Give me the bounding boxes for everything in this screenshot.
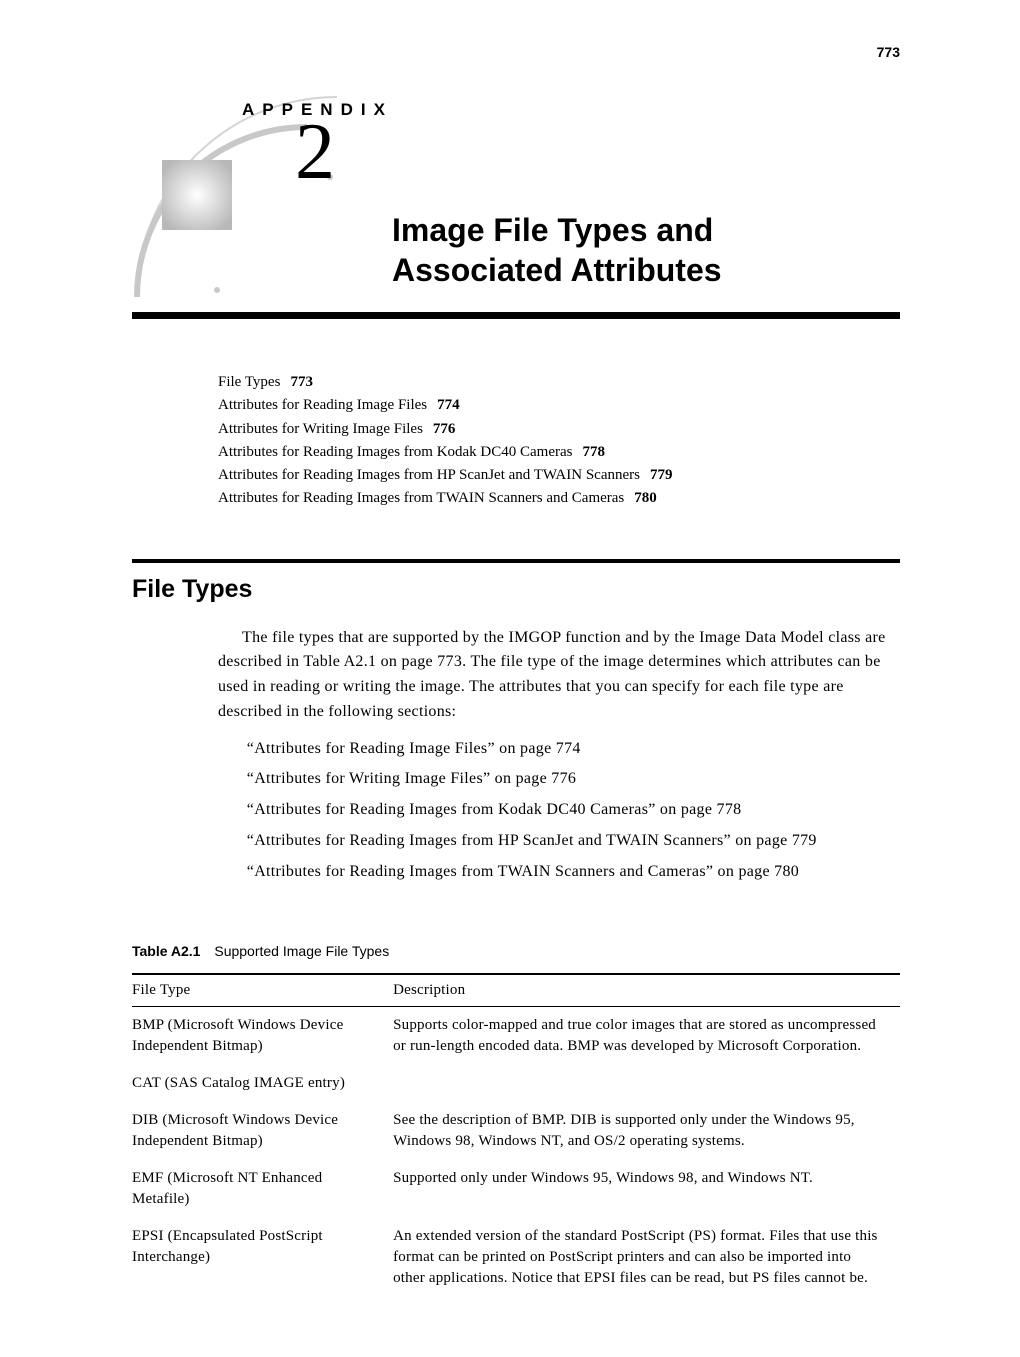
cell-description: Supports color-mapped and true color ima… <box>393 1006 900 1065</box>
cell-file-type: BMP (Microsoft Windows Device Independen… <box>132 1006 393 1065</box>
cell-file-type: DIB (Microsoft Windows Device Independen… <box>132 1102 393 1160</box>
table-row: EMF (Microsoft NT Enhanced Metafile) Sup… <box>132 1160 900 1218</box>
reference-item: “Attributes for Writing Image Files” on … <box>247 765 900 794</box>
toc-entry: Attributes for Reading Images from TWAIN… <box>218 487 900 510</box>
toc-entry: Attributes for Reading Images from HP Sc… <box>218 464 900 487</box>
table-header-description: Description <box>393 974 900 1007</box>
chapter-title-line2: Associated Attributes <box>392 252 722 288</box>
header-rule <box>132 312 900 319</box>
toc-title: Attributes for Reading Images from HP Sc… <box>218 467 640 483</box>
chapter-title: Image File Types and Associated Attribut… <box>392 210 722 290</box>
toc-title: Attributes for Reading Images from TWAIN… <box>218 490 624 506</box>
toc-entry: Attributes for Reading Images from Kodak… <box>218 441 900 464</box>
table-caption-text: Supported Image File Types <box>214 943 389 959</box>
table-of-contents: File Types 773 Attributes for Reading Ima… <box>218 371 900 511</box>
toc-title: Attributes for Reading Images from Kodak… <box>218 444 573 460</box>
reference-item: “Attributes for Reading Images from HP S… <box>247 827 900 856</box>
cell-file-type: CAT (SAS Catalog IMAGE entry) <box>132 1065 393 1102</box>
reference-list: “Attributes for Reading Image Files” on … <box>247 735 900 887</box>
appendix-number: 2 <box>295 112 335 192</box>
section-body: The file types that are supported by the… <box>218 626 900 887</box>
toc-entry: Attributes for Writing Image Files 776 <box>218 418 900 441</box>
cell-file-type: EPSI (Encapsulated PostScript Interchang… <box>132 1218 393 1297</box>
chapter-title-line1: Image File Types and <box>392 212 713 248</box>
table-row: DIB (Microsoft Windows Device Independen… <box>132 1102 900 1160</box>
section-paragraph: The file types that are supported by the… <box>218 626 900 725</box>
appendix-ornament-graphic <box>132 92 382 302</box>
toc-page: 779 <box>650 467 673 483</box>
toc-title: Attributes for Reading Image Files <box>218 397 427 413</box>
file-types-table: File Type Description BMP (Microsoft Win… <box>132 973 900 1297</box>
section-rule <box>132 559 900 563</box>
toc-entry: Attributes for Reading Image Files 774 <box>218 394 900 417</box>
table-row: CAT (SAS Catalog IMAGE entry) <box>132 1065 900 1102</box>
page-number: 773 <box>877 44 900 60</box>
table-header-file-type: File Type <box>132 974 393 1007</box>
toc-page: 773 <box>290 374 313 390</box>
section-heading-file-types: File Types <box>132 575 900 604</box>
cell-description: Supported only under Windows 95, Windows… <box>393 1160 900 1218</box>
cell-description: See the description of BMP. DIB is suppo… <box>393 1102 900 1160</box>
reference-item: “Attributes for Reading Images from Koda… <box>247 796 900 825</box>
toc-entry: File Types 773 <box>218 371 900 394</box>
toc-page: 774 <box>437 397 460 413</box>
table-header-row: File Type Description <box>132 974 900 1007</box>
toc-title: File Types <box>218 374 280 390</box>
reference-item: “Attributes for Reading Image Files” on … <box>247 735 900 764</box>
toc-page: 776 <box>433 421 456 437</box>
table-caption-label: Table A2.1 <box>132 943 200 959</box>
toc-page: 778 <box>583 444 606 460</box>
chapter-header: APPENDIX 2 Image File Types and Associat… <box>132 92 900 312</box>
cell-description <box>393 1065 900 1102</box>
cell-description: An extended version of the standard Post… <box>393 1218 900 1297</box>
document-page: 773 APPENDIX 2 Image File Types and Asso… <box>0 0 1020 1357</box>
reference-item: “Attributes for Reading Images from TWAI… <box>247 858 900 887</box>
table-row: EPSI (Encapsulated PostScript Interchang… <box>132 1218 900 1297</box>
toc-page: 780 <box>634 490 657 506</box>
table-row: BMP (Microsoft Windows Device Independen… <box>132 1006 900 1065</box>
cell-file-type: EMF (Microsoft NT Enhanced Metafile) <box>132 1160 393 1218</box>
table-caption: Table A2.1 Supported Image File Types <box>132 943 900 959</box>
toc-title: Attributes for Writing Image Files <box>218 421 423 437</box>
